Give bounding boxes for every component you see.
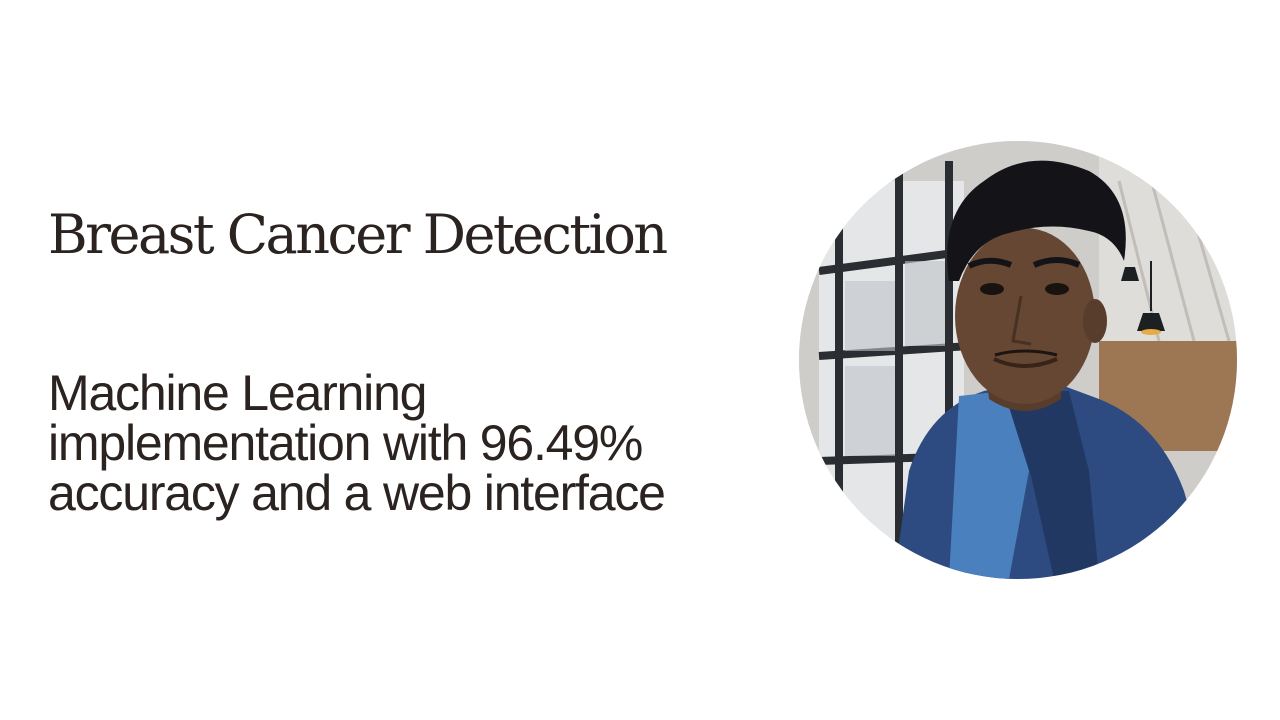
slide-title: Breast Cancer Detection [48,203,668,266]
profile-photo [799,141,1237,579]
slide-subtitle: Machine Learning implementation with 96.… [48,368,788,518]
slide: Breast Cancer Detection Machine Learning… [0,0,1280,720]
subtitle-line-1: Machine Learning [48,365,427,421]
profile-photo-icon [799,141,1237,579]
subtitle-line-3: accuracy and a web interface [48,465,666,521]
subtitle-line-2: implementation with 96.49% [48,415,643,471]
